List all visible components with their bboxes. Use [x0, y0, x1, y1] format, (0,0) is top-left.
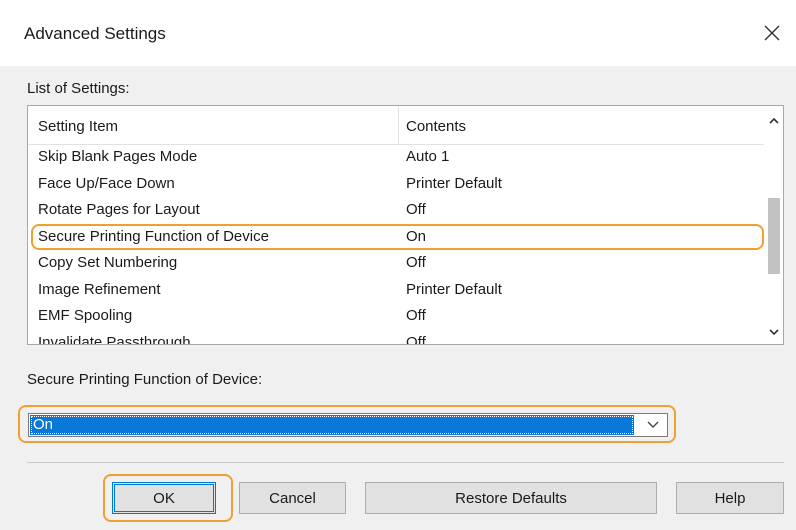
column-header-setting-item[interactable]: Setting Item — [38, 118, 118, 135]
setting-item-content: Printer Default — [406, 174, 502, 192]
list-item[interactable]: Invalidate Passthrough Off — [28, 330, 764, 345]
title-bar: Advanced Settings — [0, 0, 796, 66]
list-item[interactable]: Rotate Pages for Layout Off — [28, 197, 764, 224]
scroll-down-button[interactable] — [764, 322, 783, 342]
list-item[interactable]: Face Up/Face Down Printer Default — [28, 171, 764, 198]
list-item[interactable]: Image Refinement Printer Default — [28, 277, 764, 304]
dropdown-selected-value: On — [30, 415, 634, 435]
column-divider[interactable] — [398, 106, 399, 144]
setting-item-content: Auto 1 — [406, 148, 450, 165]
setting-item-name: Image Refinement — [38, 280, 161, 298]
setting-item-content: Off — [406, 307, 426, 324]
scroll-up-button[interactable] — [764, 110, 783, 130]
close-icon — [764, 25, 780, 41]
setting-item-name: Copy Set Numbering — [38, 254, 178, 271]
setting-item-content: Printer Default — [406, 280, 502, 298]
setting-item-name: Skip Blank Pages Mode — [38, 148, 198, 165]
list-of-settings-label: List of Settings: — [27, 80, 130, 97]
chevron-down-icon — [768, 328, 779, 335]
vertical-scrollbar[interactable] — [764, 106, 783, 344]
list-item-selected[interactable]: Secure Printing Function of Device On — [31, 223, 764, 250]
setting-item-name: EMF Spooling — [38, 307, 133, 324]
ok-button[interactable]: OK — [112, 482, 216, 514]
setting-item-content: Off — [406, 201, 426, 218]
chevron-down-icon[interactable] — [643, 417, 663, 433]
setting-item-name: Invalidate Passthrough — [38, 333, 191, 345]
selected-setting-label: Secure Printing Function of Device: — [27, 371, 263, 388]
list-item[interactable]: Copy Set Numbering Off — [28, 250, 764, 277]
scroll-thumb[interactable] — [768, 198, 780, 274]
list-item[interactable]: Skip Blank Pages Mode Auto 1 — [28, 144, 764, 171]
dialog-title: Advanced Settings — [24, 24, 166, 43]
settings-listbox[interactable]: Setting Item Contents Skip Blank Pages M… — [27, 105, 784, 345]
advanced-settings-dialog: Advanced Settings List of Settings: Sett… — [0, 0, 796, 530]
select-highlight-ring: On — [18, 405, 676, 443]
setting-item-content: Off — [406, 254, 426, 271]
close-button[interactable] — [748, 10, 796, 56]
setting-item-name: Secure Printing Function of Device — [38, 227, 269, 245]
settings-rows: Skip Blank Pages Mode Auto 1 Face Up/Fac… — [28, 144, 764, 345]
list-header: Setting Item Contents — [28, 106, 764, 145]
setting-item-name: Face Up/Face Down — [38, 174, 175, 192]
help-button[interactable]: Help — [676, 482, 784, 514]
divider — [27, 462, 784, 463]
setting-item-content: On — [406, 227, 427, 245]
list-item[interactable]: EMF Spooling Off — [28, 303, 764, 330]
column-header-contents[interactable]: Contents — [406, 118, 466, 135]
setting-value-dropdown[interactable]: On — [28, 413, 668, 437]
restore-defaults-button[interactable]: Restore Defaults — [365, 482, 657, 514]
chevron-up-icon — [768, 117, 779, 124]
cancel-button[interactable]: Cancel — [239, 482, 346, 514]
setting-item-content: Off — [406, 333, 426, 345]
setting-item-name: Rotate Pages for Layout — [38, 201, 200, 218]
